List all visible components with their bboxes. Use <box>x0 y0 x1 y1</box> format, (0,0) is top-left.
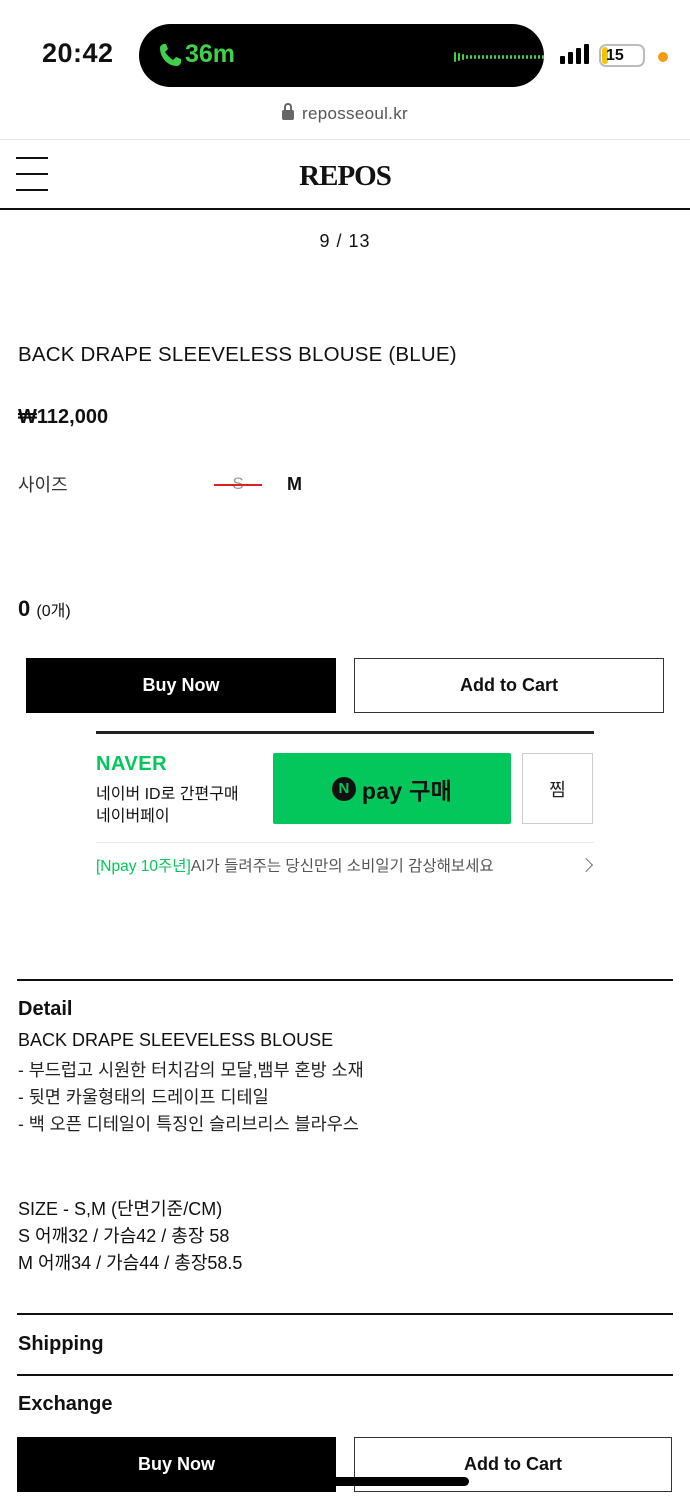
lock-icon <box>282 103 295 120</box>
call-duration: 36m <box>185 40 236 68</box>
url-text: reposseoul.kr <box>302 104 408 123</box>
mic-indicator-dot <box>658 52 668 62</box>
product-price: ₩112,000 <box>18 406 109 428</box>
clock: 20:42 <box>42 38 114 68</box>
site-header: REPOS <box>0 140 690 210</box>
exchange-divider <box>17 1374 673 1376</box>
audio-wave-icon <box>454 52 544 62</box>
npay-buy-button[interactable]: N pay 구매 <box>273 753 511 824</box>
gallery-counter: 9 / 13 <box>319 231 371 251</box>
home-indicator[interactable] <box>221 1477 469 1486</box>
phone-icon <box>160 44 181 66</box>
npay-promo-link[interactable]: [Npay 10주년]AI가 들려주는 당신만의 소비일기 감상해보세요 <box>96 854 494 876</box>
url-bar[interactable]: reposseoul.kr <box>0 103 690 124</box>
exchange-heading[interactable]: Exchange <box>18 1393 112 1416</box>
total-value: 0 <box>18 596 31 621</box>
chevron-right-icon[interactable] <box>578 857 594 873</box>
add-to-cart-button[interactable]: Add to Cart <box>354 658 664 713</box>
naver-subtitle-1: 네이버 ID로 간편구매 <box>96 786 239 803</box>
naver-subtitle-2: 네이버페이 <box>96 808 170 825</box>
total-count: (0개) <box>36 603 71 620</box>
size-spec-line: S 어깨32 / 가슴42 / 총장 58 <box>18 1226 230 1246</box>
detail-line: - 백 오픈 디테일이 특징인 슬리브리스 블라우스 <box>18 1114 359 1134</box>
dynamic-island[interactable]: 36m <box>139 24 544 87</box>
detail-line: - 뒷면 카울형태의 드레이프 디테일 <box>18 1087 269 1107</box>
naver-pay-top-border <box>96 731 594 734</box>
npay-label: pay 구매 <box>361 777 453 804</box>
total-quantity: 0 (0개) <box>18 596 71 622</box>
detail-line: BACK DRAPE SLEEVELESS BLOUSE <box>18 1030 334 1050</box>
npay-promo-text: AI가 들려주는 당신만의 소비일기 감상해보세요 <box>190 858 494 875</box>
npay-n-icon: N <box>331 776 356 801</box>
product-title: BACK DRAPE SLEEVELESS BLOUSE (BLUE) <box>18 343 457 366</box>
buy-now-button[interactable]: Buy Now <box>26 658 336 713</box>
detail-line: - 부드럽고 시원한 터치감의 모달,뱀부 혼방 소재 <box>18 1060 364 1080</box>
size-label: 사이즈 <box>18 475 68 495</box>
detail-heading[interactable]: Detail <box>18 998 72 1021</box>
size-option-m[interactable]: M <box>287 474 302 495</box>
shipping-heading[interactable]: Shipping <box>18 1333 104 1356</box>
naver-logo: NAVER <box>96 753 168 775</box>
battery-icon: 15 <box>599 44 645 67</box>
detail-divider <box>17 979 673 981</box>
site-logo[interactable]: REPOS <box>0 160 690 193</box>
size-spec-line: SIZE - S,M (단면기준/CM) <box>18 1199 223 1219</box>
npay-promo-divider <box>96 842 594 843</box>
battery-text: 15 <box>606 47 624 64</box>
size-spec-line: M 어깨34 / 가슴44 / 총장58.5 <box>18 1253 243 1273</box>
wishlist-button[interactable]: 찜 <box>522 753 593 824</box>
signal-icon <box>560 44 589 64</box>
npay-promo-highlight: [Npay 10주년] <box>96 858 191 875</box>
shipping-divider <box>17 1313 673 1315</box>
status-bar: 20:42 36m 15 <box>0 0 690 100</box>
size-option-s: S <box>214 474 262 494</box>
